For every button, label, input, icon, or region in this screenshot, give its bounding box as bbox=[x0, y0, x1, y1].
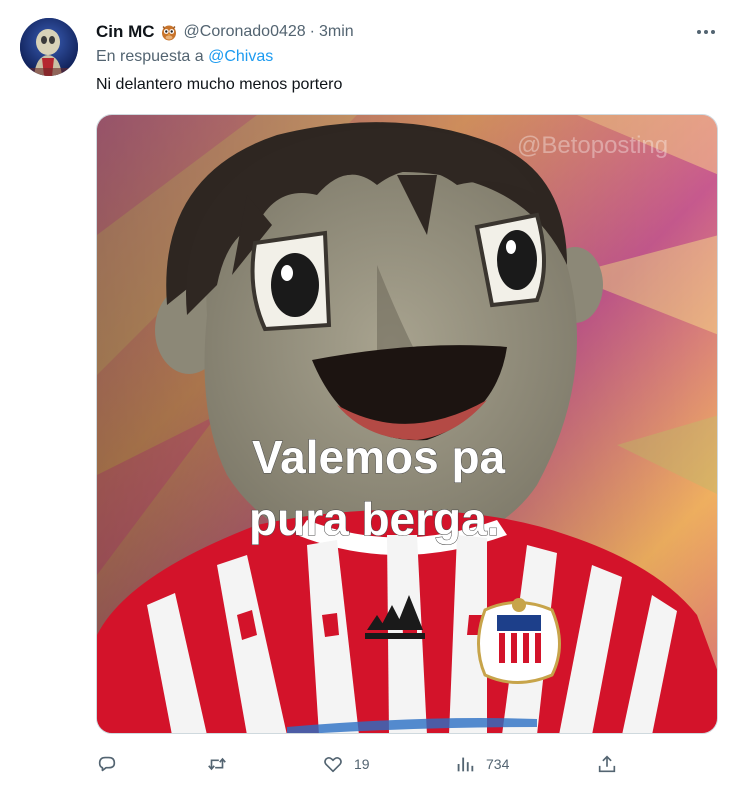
reply-prefix: En respuesta a bbox=[96, 48, 204, 65]
more-options-button[interactable] bbox=[692, 20, 720, 44]
meme-image: @Betoposting Valemos pa pura berga. bbox=[97, 115, 717, 733]
like-button[interactable]: 19 bbox=[322, 750, 370, 778]
reply-context: En respuesta a @Chivas bbox=[96, 48, 273, 66]
reply-mention-link[interactable]: @Chivas bbox=[208, 48, 273, 65]
avatar-image bbox=[20, 18, 78, 76]
author-name[interactable]: Cin MC bbox=[96, 22, 155, 42]
caption-line-1: Valemos pa bbox=[252, 431, 506, 483]
retweet-button[interactable] bbox=[206, 750, 238, 778]
heart-icon bbox=[324, 756, 342, 773]
dot-separator: · bbox=[309, 23, 315, 40]
views-button[interactable]: 734 bbox=[454, 750, 509, 778]
tweet-text: Ni delantero mucho menos portero bbox=[96, 76, 343, 93]
tweet-header: Cin MC @Coronado0428 · 3min bbox=[96, 20, 720, 44]
like-count: 19 bbox=[354, 756, 370, 772]
views-icon bbox=[457, 757, 474, 772]
caption-line-2: pura berga. bbox=[249, 493, 500, 545]
author-handle[interactable]: @Coronado0428 bbox=[184, 23, 306, 41]
watermark: @Betoposting bbox=[517, 132, 668, 159]
share-button[interactable] bbox=[596, 750, 628, 778]
timestamp[interactable]: 3min bbox=[319, 23, 354, 41]
more-dots-icon bbox=[697, 30, 715, 34]
owl-emoji-icon bbox=[160, 23, 178, 41]
tweet: Cin MC @Coronado0428 · 3min En respuesta… bbox=[0, 0, 740, 792]
share-icon bbox=[598, 755, 616, 773]
tweet-media[interactable]: @Betoposting Valemos pa pura berga. bbox=[96, 114, 718, 734]
reply-button[interactable] bbox=[96, 750, 128, 778]
avatar[interactable] bbox=[20, 18, 78, 76]
tweet-actions: 19 734 bbox=[96, 750, 626, 778]
reply-icon bbox=[98, 756, 116, 772]
retweet-icon bbox=[208, 757, 226, 771]
views-count: 734 bbox=[486, 756, 510, 772]
